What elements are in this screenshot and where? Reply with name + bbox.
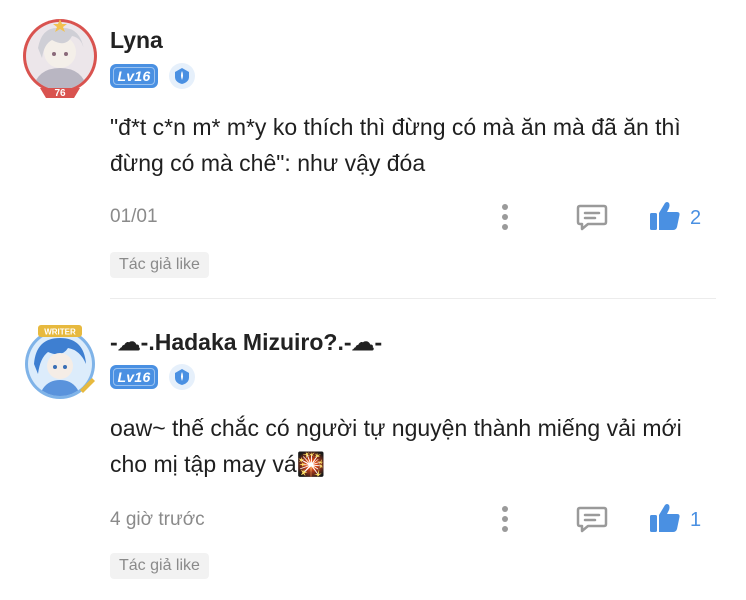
thumbs-up-icon[interactable] xyxy=(648,200,682,232)
comment-item: 76 Lyna Lv16 "đ*t c*n m* m*y ko thích th… xyxy=(0,0,746,300)
divider xyxy=(110,298,716,299)
more-options-icon[interactable] xyxy=(498,505,512,533)
thumbs-up-icon[interactable] xyxy=(648,502,682,534)
like-count: 1 xyxy=(690,509,702,531)
level-badge: Lv16 xyxy=(110,365,158,389)
reply-icon[interactable] xyxy=(576,203,608,231)
author-like-tag: Tác giả like xyxy=(110,252,209,278)
level-badge: Lv16 xyxy=(110,64,158,88)
comment-text: oaw~ thế chắc có người tự nguyện thành m… xyxy=(110,415,682,477)
username[interactable]: Lyna xyxy=(110,27,163,54)
avatar-image: WRITER xyxy=(25,325,95,399)
timestamp: 01/01 xyxy=(110,206,158,227)
level-label: Lv16 xyxy=(117,369,151,385)
more-options-icon[interactable] xyxy=(498,203,512,231)
avatar[interactable]: 76 xyxy=(22,18,98,99)
comment-text: "đ*t c*n m* m*y ko thích thì đừng có mà … xyxy=(110,114,681,176)
reply-icon[interactable] xyxy=(576,505,608,533)
like-count: 2 xyxy=(690,207,702,229)
avatar-badge-number: 76 xyxy=(54,88,66,99)
comment-item: WRITER -☁-.Hadaka Mizuiro?.-☁- Lv16 oaw~… xyxy=(0,300,746,600)
avatar-image: 76 xyxy=(23,19,97,99)
timestamp: 4 giờ trước xyxy=(110,509,205,530)
avatar[interactable]: WRITER xyxy=(22,324,98,400)
shield-badge-icon xyxy=(169,364,195,390)
level-label: Lv16 xyxy=(117,68,151,84)
avatar-badge-text: WRITER xyxy=(44,328,76,337)
author-like-tag: Tác giả like xyxy=(110,553,209,579)
username[interactable]: -☁-.Hadaka Mizuiro?.-☁- xyxy=(110,329,382,356)
shield-badge-icon xyxy=(169,63,195,89)
